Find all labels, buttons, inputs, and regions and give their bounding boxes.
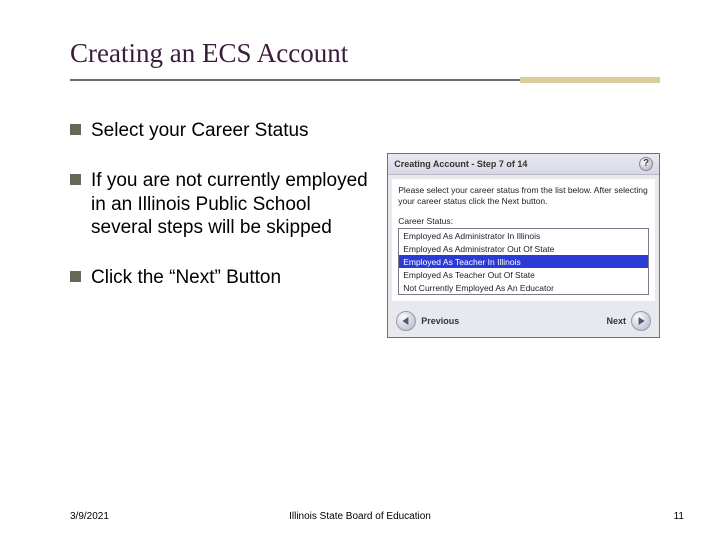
slide-title: Creating an ECS Account [70,38,660,69]
list-item: Click the “Next” Button [70,266,369,290]
wizard-panel: Creating Account - Step 7 of 14 ? Please… [387,153,660,338]
listbox-option-selected[interactable]: Employed As Teacher In Illinois [399,255,648,268]
footer-org: Illinois State Board of Education [289,511,431,522]
footer-date: 3/9/2021 [70,511,109,522]
title-rule [70,77,660,83]
slide-footer: 3/9/2021 Illinois State Board of Educati… [0,511,720,522]
wizard-instruction: Please select your career status from th… [398,185,649,206]
list-item: Select your Career Status [70,119,369,143]
career-status-label: Career Status: [398,216,649,226]
listbox-option[interactable]: Not Currently Employed As An Educator [399,281,648,294]
bullet-square-icon [70,271,81,282]
bullet-text: Select your Career Status [91,119,309,143]
previous-label: Previous [421,316,459,326]
wizard-step-label: Creating Account - Step 7 of 14 [394,159,527,169]
footer-page-number: 11 [674,511,684,522]
previous-button[interactable]: Previous [396,311,459,331]
bullet-text: Click the “Next” Button [91,266,281,290]
bullet-list: Select your Career Status If you are not… [70,119,369,338]
wizard-body: Please select your career status from th… [392,179,655,301]
bullet-square-icon [70,124,81,135]
next-label: Next [606,316,626,326]
bullet-text: If you are not currently employed in an … [91,169,369,240]
listbox-option[interactable]: Employed As Teacher Out Of State [399,268,648,281]
listbox-option[interactable]: Employed As Administrator In Illinois [399,229,648,242]
next-button[interactable]: Next [606,311,651,331]
wizard-titlebar: Creating Account - Step 7 of 14 ? [388,154,659,175]
wizard-nav: Previous Next [388,305,659,337]
career-status-listbox[interactable]: Employed As Administrator In Illinois Em… [398,228,649,295]
help-icon[interactable]: ? [639,157,653,171]
listbox-option[interactable]: Employed As Administrator Out Of State [399,242,648,255]
arrow-left-icon [396,311,416,331]
bullet-square-icon [70,174,81,185]
arrow-right-icon [631,311,651,331]
list-item: If you are not currently employed in an … [70,169,369,240]
